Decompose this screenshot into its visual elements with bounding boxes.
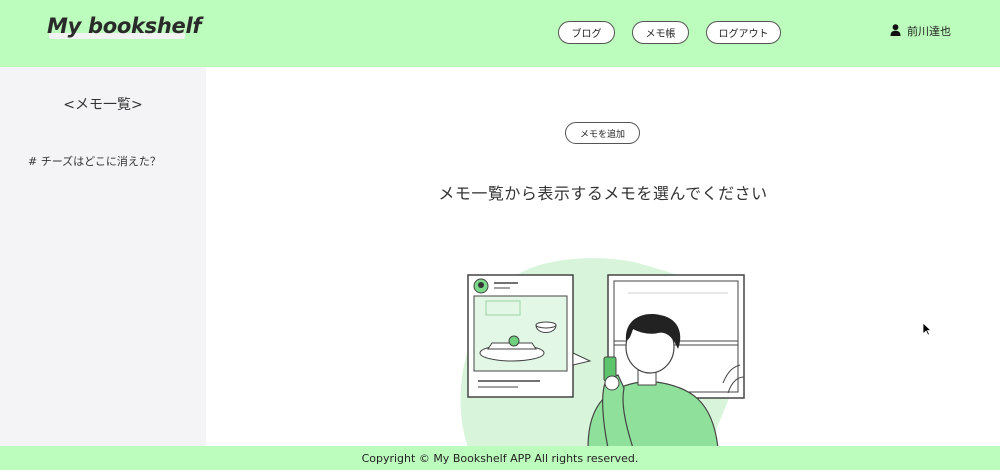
- sidebar: <メモ一覧> # チーズはどこに消えた？: [0, 67, 206, 446]
- footer: Copyright © My Bookshelf APP All rights …: [0, 446, 1000, 470]
- logo-text: My bookshelf: [47, 14, 202, 38]
- logo[interactable]: My bookshelf: [47, 14, 201, 42]
- header: My bookshelf ブログ メモ帳 ログアウト 前川達也: [0, 0, 1000, 67]
- logout-button[interactable]: ログアウト: [706, 21, 781, 44]
- user-icon: [890, 23, 901, 39]
- add-memo-button[interactable]: メモを追加: [565, 122, 640, 144]
- main-content: メモを追加 メモ一覧から表示するメモを選んでください: [206, 67, 1000, 446]
- sidebar-title: <メモ一覧>: [63, 97, 143, 113]
- blog-button[interactable]: ブログ: [558, 21, 615, 44]
- mouse-cursor-icon: [922, 322, 932, 336]
- user-name: 前川達也: [907, 25, 951, 38]
- empty-state-message: メモ一覧から表示するメモを選んでください: [438, 184, 768, 203]
- memo-button[interactable]: メモ帳: [632, 21, 689, 44]
- illustration: [460, 258, 745, 446]
- user-menu[interactable]: 前川達也: [890, 23, 951, 39]
- copyright-text: Copyright © My Bookshelf APP All rights …: [361, 451, 639, 465]
- sidebar-memo-item[interactable]: # チーズはどこに消えた？: [28, 153, 161, 169]
